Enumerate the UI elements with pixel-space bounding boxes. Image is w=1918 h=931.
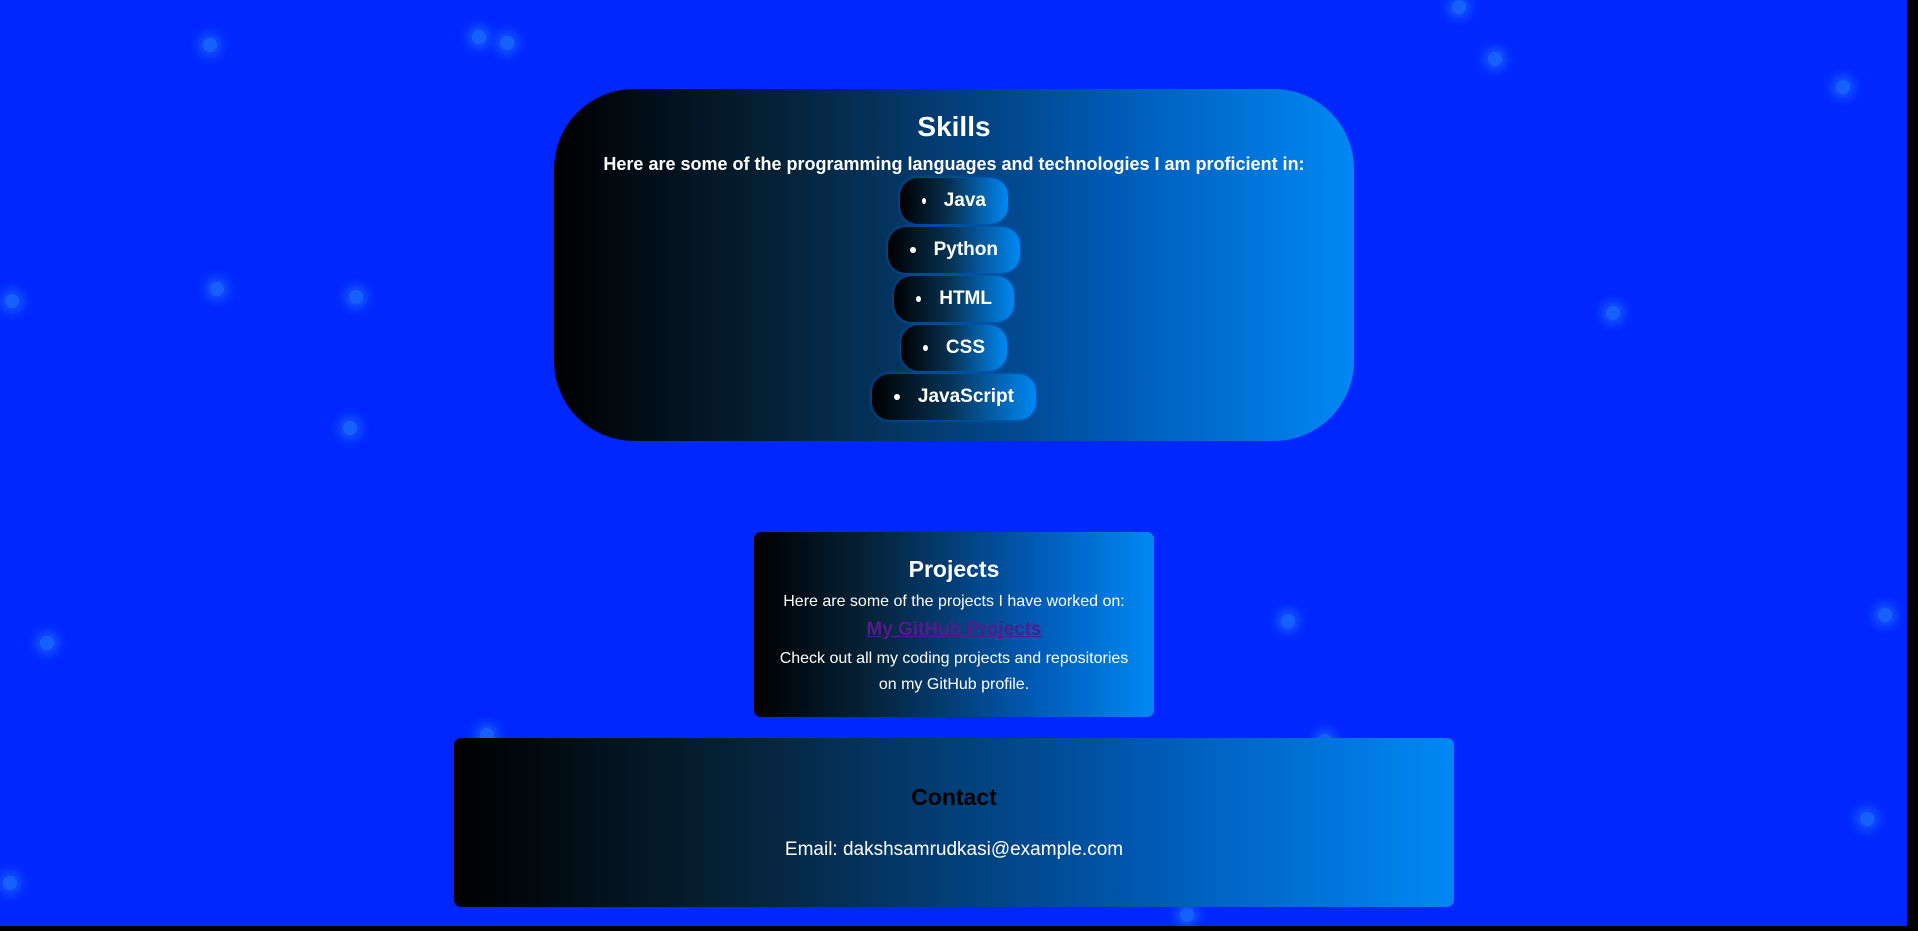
skills-section: Skills Here are some of the programming … [554,89,1354,441]
background-particle [40,636,54,650]
skill-item-java: Java [900,178,1008,224]
skill-label: Java [943,190,986,211]
skill-label: JavaScript [917,386,1014,407]
background-particle [1452,0,1466,14]
bullet-icon [922,198,926,204]
background-particle [1860,812,1874,826]
background-particle [1606,306,1620,320]
bullet-icon [923,345,928,351]
github-projects-link[interactable]: My GitHub Projects [754,619,1154,641]
skill-item-html: HTML [894,276,1014,322]
skill-label: HTML [939,288,992,309]
skill-item-javascript: JavaScript [872,374,1036,420]
skill-item-python: Python [888,227,1020,273]
projects-intro: Here are some of the projects I have wor… [783,593,1125,610]
skill-label: Python [933,239,998,260]
contact-email: Email: dakshsamrudkasi@example.com [784,839,1124,860]
background-particle [1180,908,1194,922]
background-particle [3,876,17,890]
background-particle [1836,80,1850,94]
bullet-icon [910,247,916,253]
background-particle [343,421,357,435]
background-particle [1878,608,1892,622]
background-particle [5,294,19,308]
bullet-icon [894,394,900,400]
background-particle [349,290,363,304]
background-particle [472,30,486,44]
bullet-icon [916,296,922,302]
skills-intro: Here are some of the programming languag… [603,154,1305,174]
background-particle [1488,52,1502,66]
skill-label: CSS [945,337,985,358]
projects-title: Projects [908,556,1000,582]
background-particle [210,282,224,296]
contact-section: Contact Email: dakshsamrudkasi@example.c… [454,738,1454,907]
page-background: Skills Here are some of the programming … [0,0,1907,926]
skill-item-css: CSS [901,325,1007,371]
background-particle [1281,614,1295,628]
projects-section: Projects Here are some of the projects I… [754,532,1154,717]
contact-title: Contact [911,784,997,810]
background-particle [203,38,217,52]
projects-description: Check out all my coding projects and rep… [779,650,1129,693]
background-particle [500,36,514,50]
skills-title: Skills [917,111,991,142]
